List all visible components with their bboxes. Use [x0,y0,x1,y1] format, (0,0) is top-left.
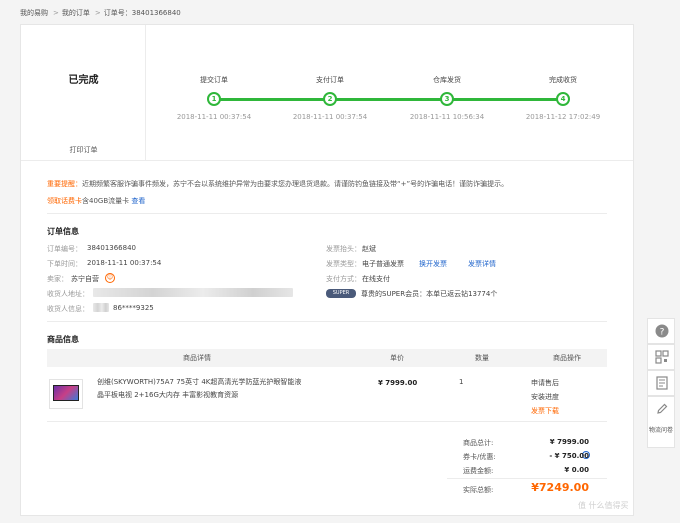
promo-line: 领取话费卡含40GB流量卡 查看 [47,196,145,206]
products-title: 商品信息 [47,335,79,344]
breadcrumb-orders[interactable]: 我的订单 [62,9,90,17]
promo-key[interactable]: 领取话费卡 [47,197,82,205]
after-sales-link[interactable]: 申请售后 [531,378,559,388]
note-button[interactable] [647,370,675,396]
payment-label: 支付方式： [326,275,361,283]
receiver-name-redacted [93,303,109,312]
product-thumbnail[interactable] [49,379,83,409]
chevron-right-icon: > [94,9,101,17]
address-label: 收货人地址： [47,290,89,298]
step-time: 2018-11-12 17:02:49 [525,113,601,121]
order-time-label: 下单时间： [47,260,82,268]
breadcrumb-home[interactable]: 我的易购 [20,9,48,17]
invoice-title-value: 赵斌 [362,245,376,253]
tv-image [53,385,79,401]
invoice-type-value: 电子普通发票 [362,260,404,268]
order-no-value: 38401366840 [87,244,136,252]
invoice-title-label: 发票抬头： [326,245,361,253]
qr-icon [655,350,669,364]
qr-button[interactable] [647,344,675,370]
question-icon: ? [655,324,669,338]
order-status: 已完成 [68,75,99,86]
divider [21,160,633,161]
chevron-right-icon: > [53,9,59,17]
paid-label: 实际总额: [463,486,494,494]
notice-key: 重要提醒： [47,180,82,188]
help-button[interactable]: ? [647,318,675,344]
step-label: 完成收货 [549,76,577,84]
promo-text: 含40GB流量卡 [82,197,130,205]
total-label: 商品总计: [463,439,494,447]
shipping-value: ¥ 0.00 [564,466,589,474]
super-member-text: 尊贵的SUPER会员：本单已返云钻13774个 [361,290,498,298]
product-price: ¥ 7999.00 [378,379,418,387]
step-time: 2018-11-11 10:56:34 [409,113,485,121]
th-actions: 商品操作 [553,354,581,362]
progress-line [215,98,566,101]
product-qty: 1 [459,378,464,386]
step-circle: 1 [207,92,221,106]
divider [47,213,607,214]
super-badge: SUPER [326,289,356,298]
step-label: 仓库发货 [433,76,461,84]
order-card: 已完成 打印订单 提交订单 支付订单 仓库发货 完成收货 1 2 3 4 201… [20,24,634,516]
invoice-detail-link[interactable]: 发票详情 [468,259,496,269]
edit-icon [655,402,669,416]
shipping-label: 运费金额: [463,467,494,475]
watermark: 值 什么值得买 [578,501,629,510]
total-value: ¥ 7999.00 [549,438,589,446]
divider [47,321,607,322]
seller-label: 卖家： [47,275,68,283]
step-label: 支付订单 [316,76,344,84]
switch-invoice-link[interactable]: 换开发票 [419,259,447,269]
print-order-link[interactable]: 打印订单 [21,145,146,155]
product-name[interactable]: 创维(SKYWORTH)75A7 75英寸 4K超高清光学防蓝光护眼智能液晶平板… [97,376,307,402]
invoice-download-link[interactable]: 发票下载 [531,406,559,416]
th-detail: 商品详情 [183,354,211,362]
invoice-type-label: 发票类型： [326,260,361,268]
paid-value: ¥7249.00 [531,481,589,494]
order-info-title: 订单信息 [47,227,79,236]
th-price: 单价 [390,354,404,362]
status-panel: 已完成 打印订单 [21,25,146,160]
step-circle: 2 [323,92,337,106]
breadcrumb: 我的易购 > 我的订单 > 订单号：38401366840 [20,8,183,18]
payment-value: 在线支付 [362,275,390,283]
receiver-label: 收货人信息： [47,305,89,313]
coupon-value: - ¥ 750.00 [549,452,589,460]
promo-view-link[interactable]: 查看 [131,197,145,205]
product-table-header: 商品详情 单价 数量 商品操作 [47,349,607,367]
note-icon [655,376,669,390]
order-time-value: 2018-11-11 00:37:54 [87,259,162,267]
survey-button[interactable] [647,396,675,448]
th-qty: 数量 [475,354,489,362]
service-chat-icon[interactable]: ☺ [105,273,115,283]
step-time: 2018-11-11 00:37:54 [292,113,368,121]
order-no-label: 订单编号： [47,245,82,253]
coupon-label: 券卡/优惠: [463,453,496,461]
step-circle: 4 [556,92,570,106]
breadcrumb-current: 订单号：38401366840 [103,9,181,17]
survey-label: 物流问卷 [648,427,673,434]
divider [47,421,607,422]
seller-value[interactable]: 苏宁自营 [71,274,99,284]
receiver-phone: 86****9325 [113,304,154,312]
step-label: 提交订单 [200,76,228,84]
notice-text: 近期频繁客服诈骗事件频发，苏宁不会以系统维护异常为由要求您办理退货退款。请谨防钓… [82,180,509,188]
step-time: 2018-11-11 00:37:54 [176,113,252,121]
step-circle: 3 [440,92,454,106]
security-notice: 重要提醒：近期频繁客服诈骗事件频发，苏宁不会以系统维护异常为由要求您办理退货退款… [47,179,508,189]
address-redacted [93,288,293,297]
svg-text:?: ? [660,328,665,338]
divider [447,478,607,479]
install-progress-link[interactable]: 安装进度 [531,392,559,402]
